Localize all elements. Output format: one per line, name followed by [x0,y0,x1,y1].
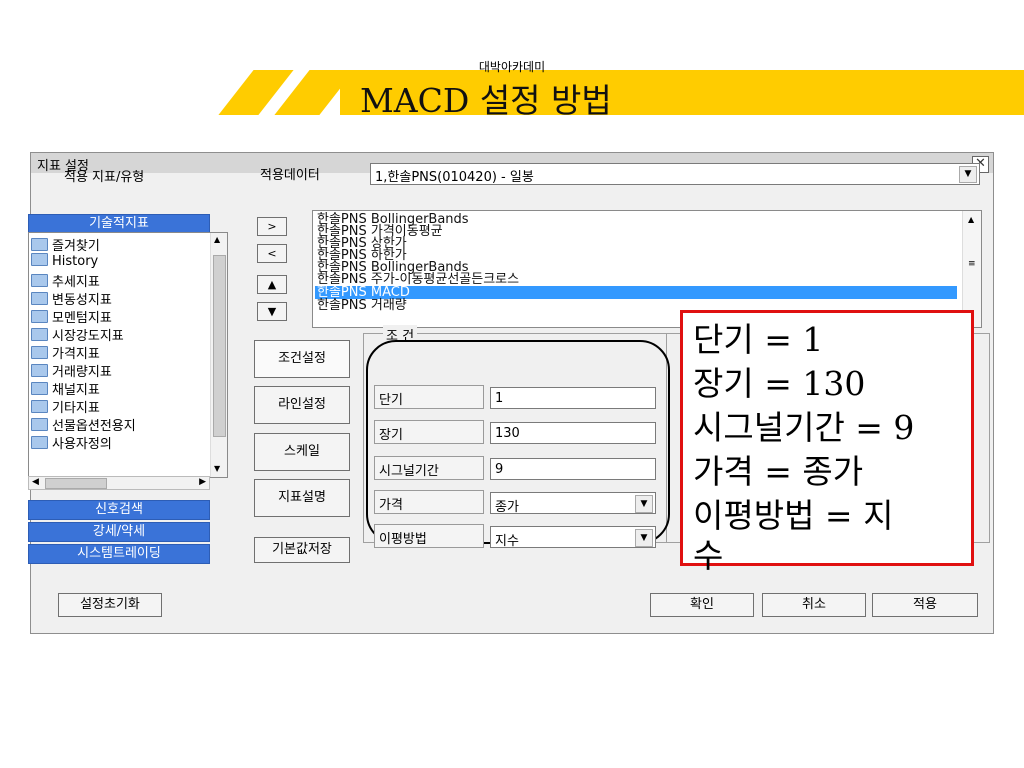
folder-icon [31,364,48,377]
tree-item[interactable]: 가격지표 [31,343,100,362]
save-default-button[interactable]: 기본값저장 [254,537,350,563]
folder-icon [31,292,48,305]
tree-item[interactable]: 기타지표 [31,397,100,416]
tree-item[interactable]: 변동성지표 [31,289,112,308]
scroll-right-icon[interactable]: ▶ [199,477,206,487]
ma-method-select-value: 지수 [495,534,519,549]
scroll-up-icon[interactable]: ▲ [968,215,974,224]
folder-icon [31,274,48,287]
chevron-down-icon[interactable]: ▼ [635,495,653,513]
folder-icon [31,328,48,341]
cancel-button[interactable]: 취소 [762,593,866,617]
category-system-trading[interactable]: 시스템트레이딩 [28,544,210,564]
folder-icon [31,310,48,323]
apply-data-label: 적용데이터 [260,168,320,183]
folder-icon [31,253,48,266]
apply-button[interactable]: 적용 [872,593,978,617]
signal-period-label: 시그널기간 [374,456,484,480]
tree-horizontal-scrollbar[interactable]: ◀ ▶ [28,476,210,490]
price-select-value: 종가 [495,500,519,515]
tree-item[interactable]: 거래량지표 [31,361,112,380]
scroll-thumb[interactable] [213,255,226,437]
ok-button[interactable]: 확인 [650,593,754,617]
annotation-line: 시그널기간 = 9 [693,408,915,447]
chevron-down-icon[interactable]: ▼ [635,529,653,547]
category-technical[interactable]: 기술적지표 [28,214,210,234]
scroll-thumb-horizontal[interactable] [45,478,107,489]
tree-item[interactable]: 추세지표 [31,271,100,290]
category-signal-search[interactable]: 신호검색 [28,500,210,520]
scroll-left-icon[interactable]: ◀ [32,477,39,487]
ma-method-select[interactable]: 지수 ▼ [490,526,656,549]
remove-indicator-button[interactable]: < [257,244,287,263]
tree-item[interactable]: 즐겨찾기 [31,235,100,254]
slide-title: MACD 설정 방법 [360,81,612,120]
annotation-line: 단기 = 1 [693,320,824,359]
price-label: 가격 [374,490,484,514]
ma-method-label: 이평방법 [374,524,484,548]
signal-period-input[interactable]: 9 [490,458,656,480]
reset-settings-button[interactable]: 설정초기화 [58,593,162,617]
annotation-box: 단기 = 1 장기 = 130 시그널기간 = 9 가격 = 종가 이평방법 =… [680,310,974,575]
move-up-button[interactable]: ▲ [257,275,287,294]
list-item[interactable]: 한솔PNS 거래량 [317,299,407,312]
add-indicator-button[interactable]: > [257,217,287,236]
list-item-selected[interactable]: 한솔PNS MACD [315,286,957,299]
condition-settings-button[interactable]: 조건설정 [254,340,350,378]
tree-item[interactable]: 채널지표 [31,379,100,398]
long-term-input[interactable]: 130 [490,422,656,444]
chevron-down-icon[interactable]: ▼ [959,166,977,183]
scroll-up-icon[interactable]: ▲ [214,235,220,244]
short-term-label: 단기 [374,385,484,409]
annotation-line: 장기 = 130 [693,364,866,403]
indicator-tree: 즐겨찾기 History 추세지표 변동성지표 모멘텀지표 시장강도지표 가격지… [28,232,228,478]
indicator-description-button[interactable]: 지표설명 [254,479,350,517]
annotation-line: 가격 = 종가 [693,452,864,491]
folder-icon [31,238,48,251]
scroll-grip-icon[interactable]: ≡ [968,259,976,269]
tree-item[interactable]: 모멘텀지표 [31,307,112,326]
scale-button[interactable]: 스케일 [254,433,350,471]
apply-data-select[interactable]: 1,한솔PNS(010420) - 일봉 ▼ [370,163,980,185]
short-term-input[interactable]: 1 [490,387,656,409]
scroll-down-icon[interactable]: ▼ [214,464,220,473]
category-strength[interactable]: 강세/약세 [28,522,210,542]
indicator-type-header: 적용 지표/유형 [64,170,145,185]
slide-subtitle: 대박아카데미 [478,60,546,74]
line-settings-button[interactable]: 라인설정 [254,386,350,424]
tree-item[interactable]: History [31,253,98,271]
folder-icon [31,436,48,449]
move-down-button[interactable]: ▼ [257,302,287,321]
price-select[interactable]: 종가 ▼ [490,492,656,515]
folder-icon [31,346,48,359]
annotation-line: 수 [693,536,724,575]
tree-item[interactable]: 시장강도지표 [31,325,124,344]
folder-icon [31,400,48,413]
long-term-label: 장기 [374,420,484,444]
tree-item[interactable]: 사용자정의 [31,433,112,452]
apply-data-value: 1,한솔PNS(010420) - 일봉 [375,170,534,185]
tree-item[interactable]: 선물옵션전용지 [31,415,136,434]
tree-vertical-scrollbar[interactable]: ▲ ▼ [210,233,227,477]
folder-icon [31,382,48,395]
folder-icon [31,418,48,431]
